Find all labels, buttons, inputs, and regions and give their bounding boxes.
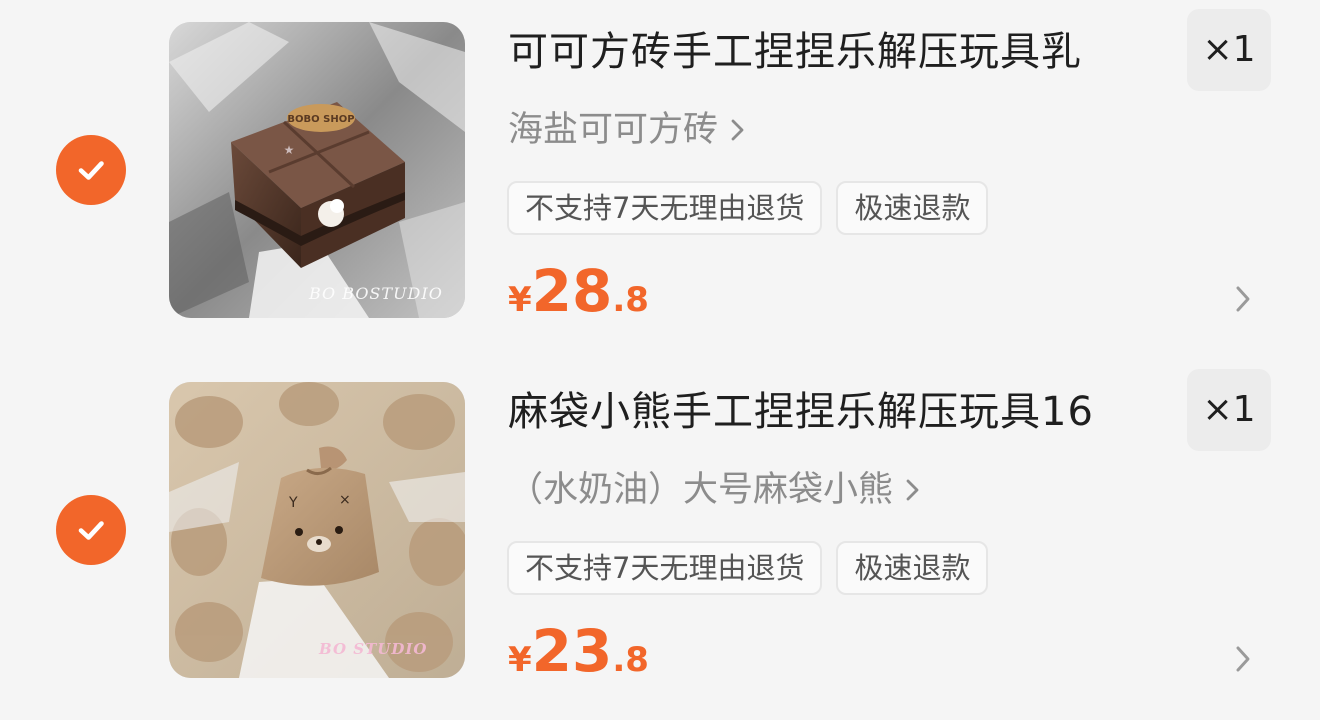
chevron-right-icon	[1236, 286, 1250, 312]
tag-no-return: 不支持7天无理由退货	[507, 541, 823, 595]
select-checkbox[interactable]	[56, 135, 126, 205]
svg-text:★: ★	[284, 143, 295, 157]
product-spec-selector[interactable]: （水奶油）大号麻袋小熊	[508, 464, 923, 516]
select-checkbox[interactable]	[56, 495, 126, 565]
chevron-right-icon	[1236, 646, 1250, 672]
product-image[interactable]: BOBO SHOP ★ BO BOSTUDIO	[169, 22, 465, 318]
tag-no-return: 不支持7天无理由退货	[507, 181, 823, 235]
cart-item: BOBO SHOP ★ BO BOSTUDIO 可可方砖手工捏捏乐解压玩具乳 海…	[0, 0, 1320, 360]
price-currency: ¥	[508, 640, 532, 680]
price-decimal: .8	[612, 640, 649, 680]
service-tags: 不支持7天无理由退货 极速退款	[507, 541, 989, 595]
svg-text:Y: Y	[288, 495, 298, 511]
product-spec-selector[interactable]: 海盐可可方砖	[508, 104, 748, 156]
svg-text:BOBO SHOP: BOBO SHOP	[287, 114, 354, 125]
chevron-right-icon	[728, 115, 748, 145]
quantity-badge[interactable]: ×1	[1187, 369, 1271, 451]
cart-item: Y × BO STUDIO 麻袋小熊手工捏捏乐解压玩具16 （水奶油）大号麻袋小…	[0, 360, 1320, 720]
quantity-badge[interactable]: ×1	[1187, 9, 1271, 91]
product-price: ¥ 23 .8	[508, 618, 649, 684]
product-spec-label: （水奶油）大号麻袋小熊	[508, 470, 894, 510]
price-integer: 28	[531, 257, 613, 325]
chevron-right-icon	[903, 475, 923, 505]
product-spec-label: 海盐可可方砖	[508, 110, 719, 150]
price-integer: 23	[531, 617, 613, 685]
svg-text:×: ×	[339, 492, 351, 508]
check-icon	[78, 161, 104, 180]
tag-fast-refund: 极速退款	[836, 541, 989, 595]
cart-list: BOBO SHOP ★ BO BOSTUDIO 可可方砖手工捏捏乐解压玩具乳 海…	[0, 0, 1320, 684]
product-image[interactable]: Y × BO STUDIO	[169, 382, 465, 678]
item-detail-arrow[interactable]	[1230, 641, 1256, 677]
check-icon	[78, 521, 104, 540]
image-watermark: BO STUDIO	[319, 640, 428, 658]
product-title[interactable]: 麻袋小熊手工捏捏乐解压玩具16	[508, 384, 1094, 440]
product-price: ¥ 28 .8	[508, 258, 649, 324]
price-decimal: .8	[612, 280, 649, 320]
item-detail-arrow[interactable]	[1230, 281, 1256, 317]
price-currency: ¥	[508, 280, 532, 320]
image-watermark: BO BOSTUDIO	[309, 284, 443, 303]
service-tags: 不支持7天无理由退货 极速退款	[507, 181, 989, 235]
tag-fast-refund: 极速退款	[836, 181, 989, 235]
product-title[interactable]: 可可方砖手工捏捏乐解压玩具乳	[508, 24, 1082, 80]
